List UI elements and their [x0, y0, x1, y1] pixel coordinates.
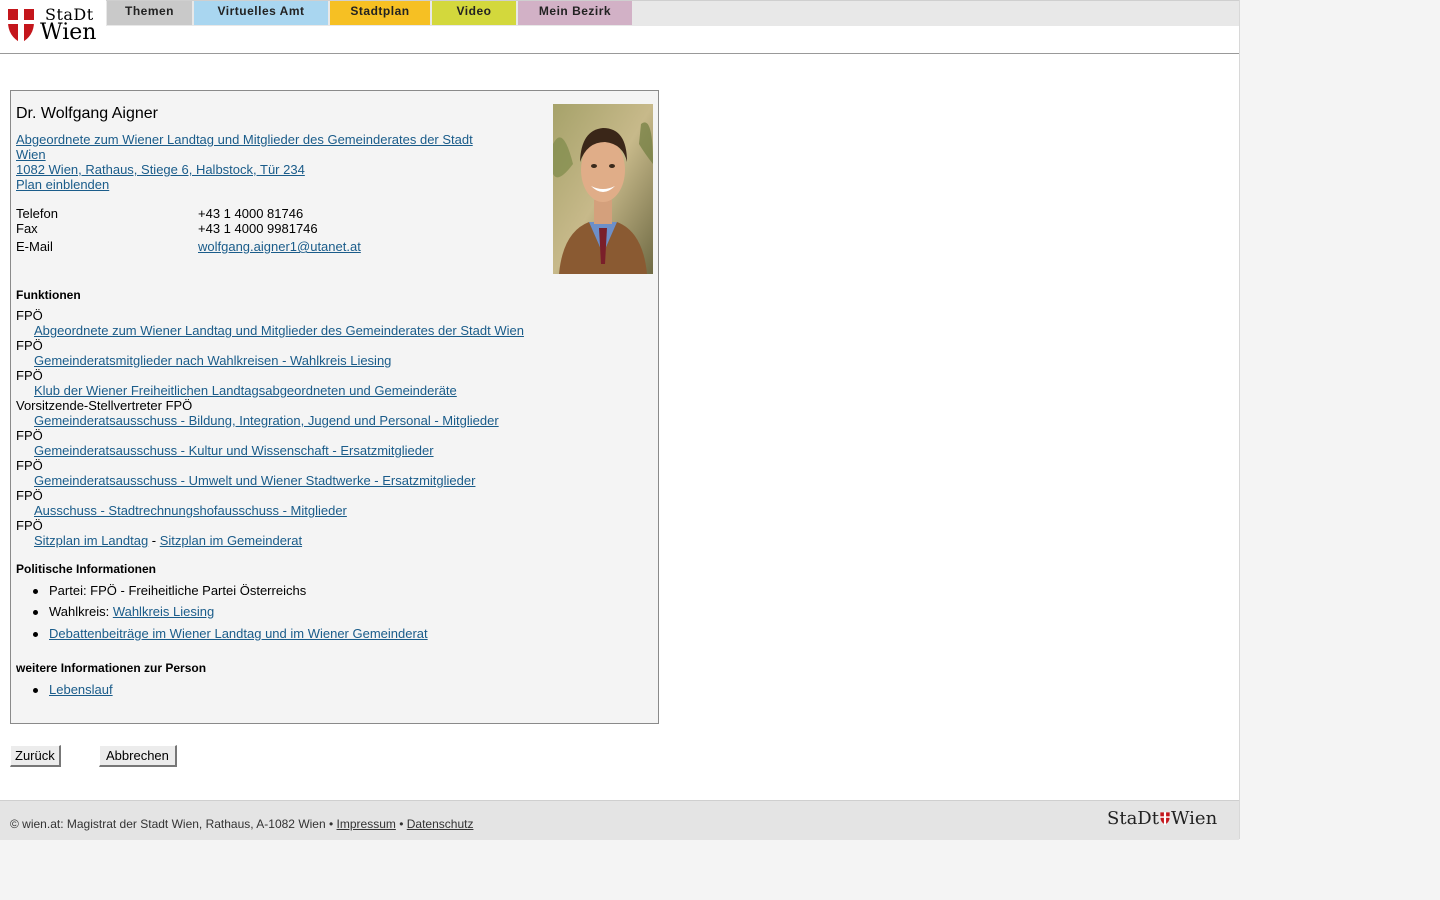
stadt-wien-logo[interactable]: StaDt Wien	[7, 5, 102, 45]
person-name: Dr. Wolfgang Aigner	[16, 105, 159, 122]
tab-mein-bezirk[interactable]: Mein Bezirk	[518, 1, 632, 25]
district-label: Wahlkreis:	[49, 604, 113, 619]
footer-logo[interactable]: StaDt Wien	[1107, 808, 1217, 829]
bullet	[33, 610, 38, 615]
footer-separator: •	[395, 817, 407, 831]
political-heading: Politische Informationen	[16, 562, 157, 576]
function-link[interactable]: Gemeinderatsausschuss - Bildung, Integra…	[34, 413, 499, 428]
debates-link[interactable]: Debattenbeiträge im Wiener Landtag und i…	[49, 626, 428, 641]
district-link[interactable]: Wahlkreis Liesing	[113, 604, 214, 619]
function-role: FPÖ	[16, 428, 43, 443]
function-role: FPÖ	[16, 308, 43, 323]
tab-themen[interactable]: Themen	[107, 1, 192, 25]
cv-link[interactable]: Lebenslauf	[49, 682, 113, 697]
phone-value: +43 1 4000 81746	[198, 206, 304, 221]
tab-video[interactable]: Video	[432, 1, 516, 25]
function-role: FPÖ	[16, 368, 43, 383]
function-role: FPÖ	[16, 518, 43, 533]
portrait-photo	[553, 104, 653, 274]
function-role: FPÖ	[16, 488, 43, 503]
bullet	[33, 589, 38, 594]
function-link[interactable]: Gemeinderatsausschuss - Kultur und Wisse…	[34, 443, 434, 458]
seat-plan-gemeinderat-link[interactable]: Sitzplan im Gemeinderat	[160, 533, 302, 548]
role-link-continued[interactable]: Wien	[16, 147, 46, 162]
function-link[interactable]: Ausschuss - Stadtrechnungshofausschuss -…	[34, 503, 347, 518]
phone-label: Telefon	[16, 206, 58, 221]
function-link[interactable]: Klub der Wiener Freiheitlichen Landtagsa…	[34, 383, 457, 398]
function-link[interactable]: Abgeordnete zum Wiener Landtag und Mitgl…	[34, 323, 524, 338]
wien-shield-icon	[1159, 812, 1170, 825]
party-info: Partei: FPÖ - Freiheitliche Partei Öster…	[49, 583, 307, 598]
back-button[interactable]: Zurück	[10, 745, 61, 767]
footer-text: © wien.at: Magistrat der Stadt Wien, Rat…	[10, 817, 473, 831]
wien-shield-icon	[7, 8, 35, 44]
function-link[interactable]: Gemeinderatsmitglieder nach Wahlkreisen …	[34, 353, 391, 368]
cancel-button[interactable]: Abbrechen	[99, 745, 177, 767]
function-link[interactable]: Gemeinderatsausschuss - Umwelt und Wiene…	[34, 473, 475, 488]
impressum-link[interactable]: Impressum	[337, 817, 396, 831]
function-role: FPÖ	[16, 338, 43, 353]
tab-virtuelles-amt[interactable]: Virtuelles Amt	[194, 1, 328, 25]
bullet	[33, 632, 38, 637]
footer: © wien.at: Magistrat der Stadt Wien, Rat…	[0, 800, 1239, 840]
function-role: Vorsitzende-Stellvertreter FPÖ	[16, 398, 193, 413]
page: StaDt Wien Themen Virtuelles Amt Stadtpl…	[0, 0, 1240, 840]
email-link[interactable]: wolfgang.aigner1@utanet.at	[198, 239, 361, 254]
header: StaDt Wien Themen Virtuelles Amt Stadtpl…	[0, 0, 1239, 54]
seating-plans: Sitzplan im Landtag - Sitzplan im Gemein…	[34, 533, 302, 548]
fax-value: +43 1 4000 9981746	[198, 221, 318, 236]
functions-heading: Funktionen	[16, 288, 81, 302]
datenschutz-link[interactable]: Datenschutz	[407, 817, 474, 831]
seat-plan-landtag-link[interactable]: Sitzplan im Landtag	[34, 533, 148, 548]
district-info: Wahlkreis: Wahlkreis Liesing	[49, 604, 214, 619]
bullet	[33, 688, 38, 693]
footer-logo-left: StaDt	[1107, 808, 1159, 829]
tab-stadtplan[interactable]: Stadtplan	[330, 1, 430, 25]
role-link[interactable]: Abgeordnete zum Wiener Landtag und Mitgl…	[16, 132, 473, 147]
fax-label: Fax	[16, 221, 38, 236]
email-label: E-Mail	[16, 239, 53, 254]
more-info-heading: weitere Informationen zur Person	[16, 661, 207, 675]
seat-plan-separator: -	[148, 533, 160, 548]
copyright-text: © wien.at: Magistrat der Stadt Wien, Rat…	[10, 817, 326, 831]
function-role: FPÖ	[16, 458, 43, 473]
address-link[interactable]: 1082 Wien, Rathaus, Stiege 6, Halbstock,…	[16, 162, 305, 177]
plan-link[interactable]: Plan einblenden	[16, 177, 109, 192]
logo-text-bottom: Wien	[40, 20, 97, 45]
footer-logo-right: Wien	[1170, 808, 1218, 829]
footer-separator: •	[325, 817, 337, 831]
